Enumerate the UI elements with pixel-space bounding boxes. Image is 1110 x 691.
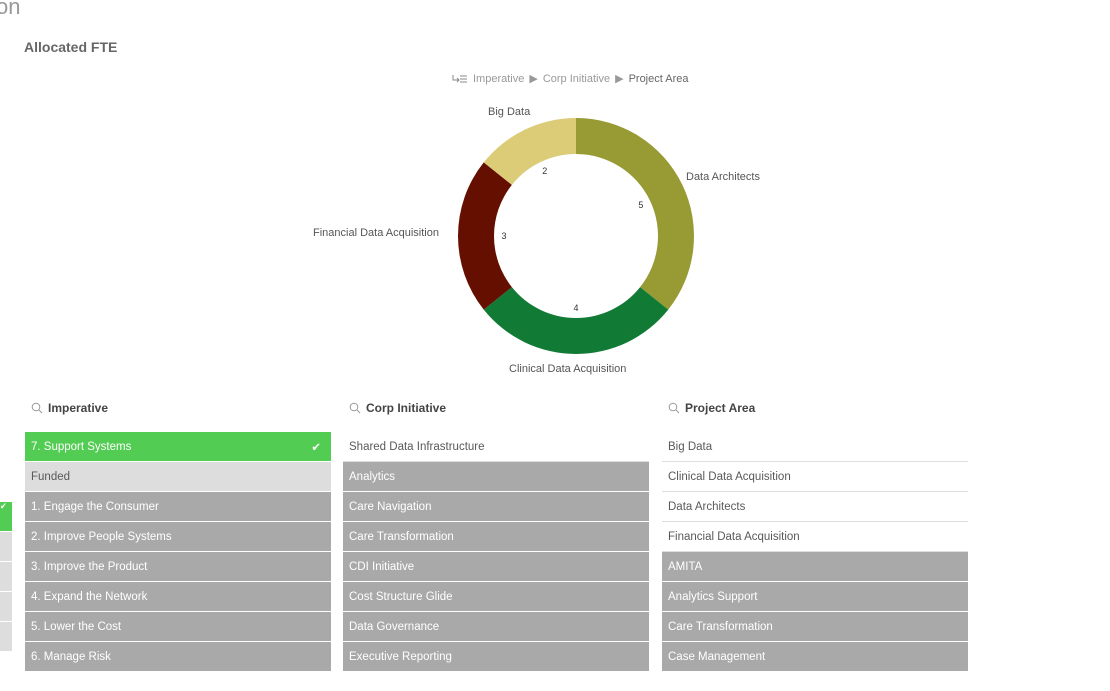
list-item[interactable]: Shared Data Infrastructure [343, 432, 649, 462]
slice-label: Financial Data Acquisition [313, 227, 439, 239]
filter-title: Imperative [48, 401, 109, 415]
donut-slice[interactable] [483, 287, 669, 355]
list-item-label: 4. Expand the Network [31, 590, 148, 603]
list-item-label: Data Architects [668, 500, 746, 513]
list-item[interactable]: Care Transformation [662, 612, 968, 642]
list-item-label: Care Transformation [349, 530, 454, 543]
filter-list: Big Data Clinical Data Acquisition Data Ar… [662, 432, 968, 672]
list-item-label: Analytics [349, 470, 396, 483]
filter-pane-corp-initiative: Corp Initiative Shared Data Infrastructur… [343, 398, 649, 672]
filter-header[interactable]: Imperative [25, 398, 331, 418]
slice-value-label: 3 [501, 231, 506, 241]
list-item-label: 1. Engage the Consumer [31, 500, 159, 513]
search-icon [31, 402, 43, 414]
donut-chart[interactable]: 5 4 3 2 [0, 0, 1110, 390]
list-item[interactable]: 2. Improve People Systems [25, 522, 331, 552]
filter-header[interactable]: Corp Initiative [343, 398, 649, 418]
list-item[interactable]: Financial Data Acquisition [662, 522, 968, 552]
list-item-label: Case Management [668, 650, 766, 663]
list-item-label: Big Data [668, 440, 713, 453]
list-item-label: Funded [31, 470, 71, 483]
offscreen-list-item[interactable] [0, 592, 12, 621]
list-item-label: Executive Reporting [349, 650, 452, 663]
list-item-label: Financial Data Acquisition [668, 530, 800, 543]
list-item[interactable]: Care Transformation [343, 522, 649, 552]
list-item-label: Data Governance [349, 620, 440, 633]
list-item[interactable]: 6. Manage Risk [25, 642, 331, 672]
list-item-label: 5. Lower the Cost [31, 620, 122, 633]
filter-list: Shared Data Infrastructure Analytics Care … [343, 432, 649, 672]
list-item[interactable]: CDI Initiative [343, 552, 649, 582]
list-item[interactable]: 3. Improve the Product [25, 552, 331, 582]
list-item[interactable]: 7. Support Systems ✔ [25, 432, 331, 462]
list-item-label: AMITA [668, 560, 703, 573]
list-item[interactable]: Data Architects [662, 492, 968, 522]
list-item[interactable]: Funded [25, 462, 331, 492]
list-item[interactable]: Care Navigation [343, 492, 649, 522]
filter-header[interactable]: Project Area [662, 398, 968, 418]
slice-value-label: 4 [573, 303, 578, 313]
offscreen-list-item[interactable] [0, 622, 12, 651]
list-item[interactable]: 1. Engage the Consumer [25, 492, 331, 522]
list-item[interactable]: 5. Lower the Cost [25, 612, 331, 642]
list-item-label: 2. Improve People Systems [31, 530, 172, 543]
filter-title: Corp Initiative [366, 401, 447, 415]
filter-title: Project Area [685, 401, 756, 415]
list-item[interactable]: Big Data [662, 432, 968, 462]
offscreen-list-item[interactable] [0, 562, 12, 591]
slice-label: Clinical Data Acquisition [509, 363, 627, 375]
list-item[interactable]: Data Governance [343, 612, 649, 642]
slice-label: Big Data [488, 106, 531, 118]
list-item-label: 6. Manage Risk [31, 650, 111, 663]
list-item-label: 3. Improve the Product [31, 560, 148, 573]
offscreen-list-item[interactable] [0, 532, 12, 561]
list-item[interactable]: Executive Reporting [343, 642, 649, 672]
list-item[interactable]: Case Management [662, 642, 968, 672]
list-item-label: 7. Support Systems [31, 440, 132, 453]
slice-label: Data Architects [686, 171, 760, 183]
list-item-label: Clinical Data Acquisition [668, 470, 791, 483]
check-icon: ✔ [311, 441, 321, 454]
list-item-label: Care Navigation [349, 500, 432, 513]
list-item[interactable]: AMITA [662, 552, 968, 582]
list-item[interactable]: Analytics Support [662, 582, 968, 612]
list-item-label: Shared Data Infrastructure [349, 440, 485, 453]
list-item[interactable]: Clinical Data Acquisition [662, 462, 968, 492]
list-item-label: Analytics Support [668, 590, 758, 603]
filter-pane-imperative: Imperative 7. Support Systems ✔ Funded 1. En… [25, 398, 331, 672]
list-item[interactable]: 4. Expand the Network [25, 582, 331, 612]
list-item[interactable]: Analytics [343, 462, 649, 492]
filter-pane-project-area: Project Area Big Data Clinical Data Acquis… [662, 398, 968, 672]
list-item[interactable]: Cost Structure Glide [343, 582, 649, 612]
search-icon [668, 402, 680, 414]
list-item-label: Care Transformation [668, 620, 773, 633]
list-item-label: CDI Initiative [349, 560, 415, 573]
slice-value-label: 5 [638, 200, 643, 210]
offscreen-list-selected[interactable]: ✔ [0, 502, 12, 531]
filter-list: 7. Support Systems ✔ Funded 1. Engage the C… [25, 432, 331, 672]
list-item-label: Cost Structure Glide [349, 590, 453, 603]
search-icon [349, 402, 361, 414]
slice-value-label: 2 [542, 166, 547, 176]
donut-slice[interactable] [576, 118, 694, 310]
